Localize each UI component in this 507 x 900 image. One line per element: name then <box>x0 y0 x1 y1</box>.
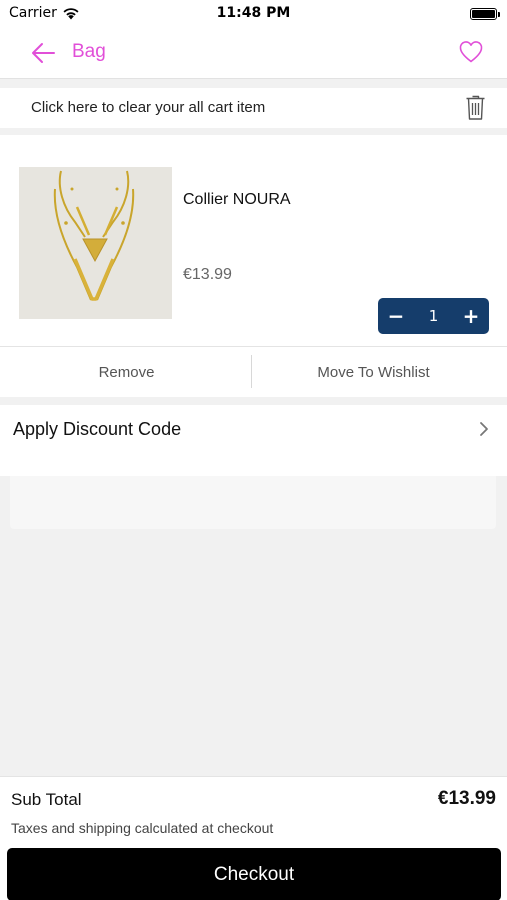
subtotal-label: Sub Total <box>11 790 82 809</box>
apply-discount-label: Apply Discount Code <box>13 419 182 439</box>
necklace-image <box>19 167 172 319</box>
battery-icon <box>470 8 500 20</box>
clear-cart-row[interactable]: Click here to clear your all cart item <box>0 88 507 128</box>
checkout-footer: Sub Total €13.99 Taxes and shipping calc… <box>0 776 507 900</box>
product-price: €13.99 <box>183 266 232 283</box>
product-image[interactable] <box>19 167 172 319</box>
divider <box>251 355 252 388</box>
quantity-stepper: − 1 + <box>378 298 489 334</box>
status-bar: Carrier 11:48 PM <box>0 0 507 28</box>
product-name[interactable]: Collier NOURA <box>183 191 291 209</box>
heart-icon <box>459 41 483 63</box>
clock: 11:48 PM <box>216 5 291 21</box>
decrement-button[interactable]: − <box>378 298 414 334</box>
remove-button[interactable]: Remove <box>0 347 253 397</box>
arrow-left-icon <box>32 43 55 63</box>
nav-bar: Bag <box>0 28 507 79</box>
apply-discount-row[interactable]: Apply Discount Code <box>0 405 507 476</box>
tax-note: Taxes and shipping calculated at checkou… <box>11 820 274 836</box>
move-to-wishlist-button[interactable]: Move To Wishlist <box>253 347 494 397</box>
wishlist-button[interactable] <box>458 40 484 64</box>
cart-item: Collier NOURA €13.99 − 1 + Remove Move T… <box>0 135 507 397</box>
checkout-button[interactable]: Checkout <box>7 848 501 900</box>
trash-icon <box>466 95 485 120</box>
clear-cart-text[interactable]: Click here to clear your all cart item <box>31 99 265 116</box>
quantity-value: 1 <box>428 307 439 325</box>
clear-cart-button[interactable] <box>465 94 486 121</box>
chevron-right-icon <box>480 422 488 436</box>
back-button[interactable] <box>30 40 58 66</box>
increment-button[interactable]: + <box>453 298 489 334</box>
page-title: Bag <box>72 41 106 62</box>
empty-panel <box>10 476 496 529</box>
subtotal-value: €13.99 <box>437 788 496 809</box>
